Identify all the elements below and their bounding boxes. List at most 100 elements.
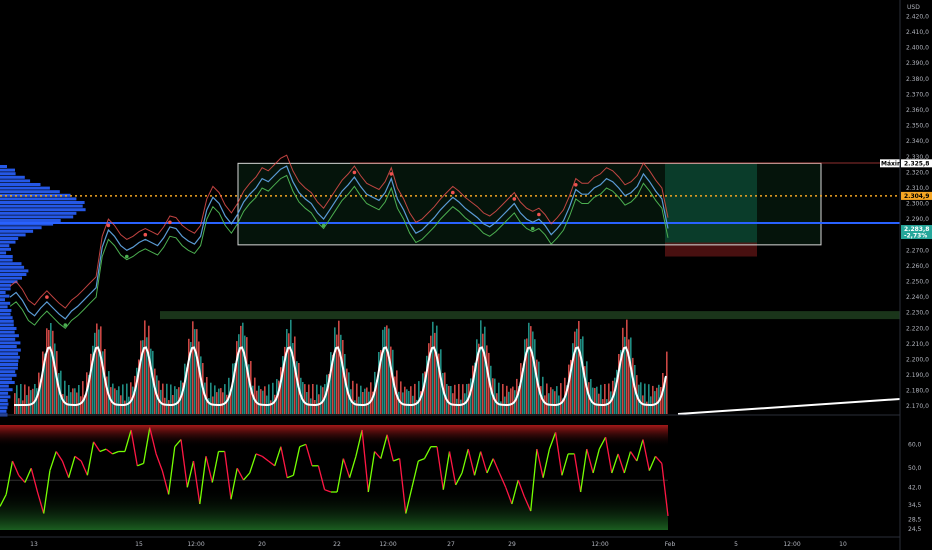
profile-bar [0,305,8,309]
volume-bar [576,328,578,414]
volume-bar [126,383,128,414]
profile-bar [0,201,85,204]
profile-bar [0,399,8,402]
profile-bar [0,179,31,183]
pivot-low-dot [63,323,68,327]
target-zone [665,163,757,245]
volume-bar [268,384,270,414]
profile-bar [0,341,21,345]
support-band [160,311,900,320]
volume-bar [536,359,538,414]
volume-bar [46,328,48,414]
trading-chart[interactable]: USD 2.420,0 2.410,0 2.400,0 2.390,0 2.380,0 2.… [0,0,932,550]
profile-bar [0,370,16,374]
volume-bar [240,325,242,414]
price-tick-label: 2.340,0 [906,138,929,145]
volume-bar [460,399,462,414]
volume-bar [384,326,386,414]
volume-bar [308,384,310,414]
volume-bar [68,385,70,414]
price-tick-label: 2.310,0 [906,185,929,192]
profile-bar [0,273,27,276]
volume-bar [352,380,354,414]
volume-bar [128,396,130,414]
volume-bar [608,383,610,414]
oversold-band [0,488,668,530]
volume-bar [296,361,298,414]
volume-bar [434,332,436,414]
volume-bar [262,390,264,414]
volume-bar [436,325,438,414]
volume-bar [600,384,602,414]
volume-bar [94,332,96,414]
volume-bar [458,384,460,414]
volume-bar [150,348,152,414]
volume-bar [130,382,132,414]
volume-bar [122,384,124,414]
profile-bar [0,186,50,190]
profile-bar [0,337,16,341]
volume-bar [574,331,576,414]
price-tick-label: 2.250,0 [906,279,929,286]
time-tick-label: 15 [135,541,143,548]
overbought-band [0,425,668,447]
volume-bar [22,400,24,414]
pivot-low-dot [125,254,129,259]
oscillator-tick-label: 28,5 [908,517,922,524]
profile-bar [0,312,11,316]
volume-bar [312,384,314,414]
pivot-high-dot [451,190,455,195]
profile-bar [0,352,19,356]
oscillator-tick-label: 24,5 [908,526,922,533]
volume-bar [82,381,84,414]
volume-bar [218,388,220,414]
time-tick-label: 12:00 [591,541,608,548]
volume-bar [456,398,458,414]
volume-bar [96,323,98,414]
profile-bar [0,366,18,370]
pivot-high-dot [168,220,172,225]
time-tick-label: 12:00 [379,541,396,548]
oscillator-tick-label: 42,0 [908,484,922,491]
pivot-high-dot [143,232,148,237]
volume-bar [510,388,512,414]
profile-bar [0,334,19,338]
volume-bar [622,327,624,414]
volume-bar [174,386,176,414]
volume-bar [534,339,536,414]
profile-bar [0,384,9,388]
volume-bar [290,319,292,414]
price-tick-label: 2.240,0 [906,294,929,301]
volume-bar [14,393,16,414]
profile-bar [0,251,7,255]
price-tick-label: 2.380,0 [906,76,929,83]
profile-bar [0,219,61,222]
pivot-high-dot [574,183,578,187]
volume-bar [258,385,260,414]
profile-bar [0,229,34,233]
volume-bar [528,322,530,414]
profile-bar [0,265,25,269]
volume-bar [646,401,648,414]
volume-bar [274,394,276,414]
pivot-high-dot [389,172,394,176]
profile-bar [0,323,14,327]
volume-bar [100,326,102,414]
profile-bar [0,319,14,323]
time-tick-label: 29 [508,541,516,548]
price-tick-label: 2.170,0 [906,403,929,410]
volume-bar [530,326,532,414]
volume-bar [74,388,76,414]
volume-bar [498,382,500,414]
volume-bar [224,384,226,414]
volume-bar [194,329,196,414]
profile-bar [0,258,13,262]
volume-bar [118,386,120,414]
volume-bar [578,321,580,414]
volume-bar [116,390,118,414]
volume-bar [54,343,56,414]
volume-bar [404,386,406,414]
profile-bar [0,381,15,384]
volume-bar [170,384,172,414]
volume-bar [626,319,628,414]
